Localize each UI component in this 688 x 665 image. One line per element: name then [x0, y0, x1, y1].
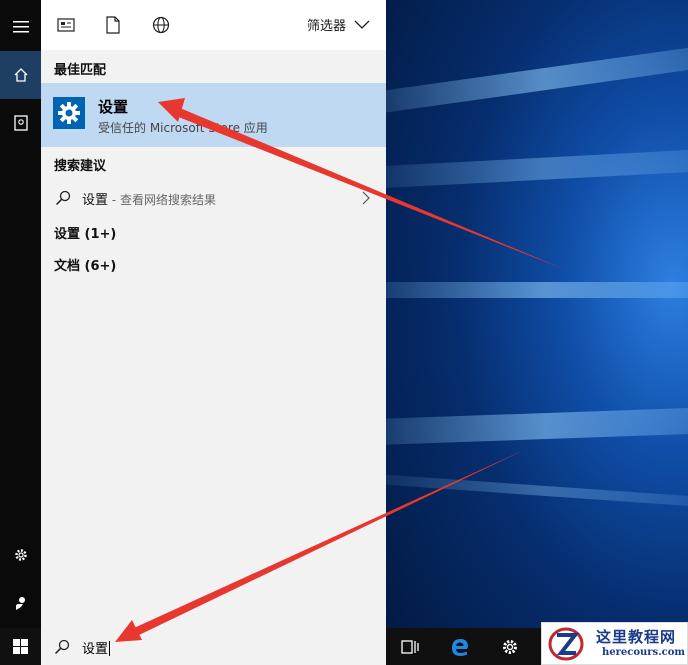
hamburger-menu-button[interactable]	[0, 3, 41, 51]
web-icon	[152, 16, 170, 34]
web-suggestion-hint: - 查看网络搜索结果	[108, 193, 216, 207]
best-match-header: 最佳匹配	[54, 63, 107, 78]
gear-icon	[14, 549, 27, 561]
windows-logo-icon	[13, 639, 28, 654]
apps-filter-button[interactable]	[56, 15, 76, 35]
start-button[interactable]	[0, 628, 41, 665]
watermark-en: herecours.com	[602, 647, 686, 658]
watermark-cn: 这里教程网	[596, 628, 677, 646]
search-panel: 筛选器 最佳匹配 设置 受信任的 Microsoft Store 应用 搜索建议…	[41, 0, 386, 628]
web-filter-button[interactable]	[151, 15, 171, 35]
search-icon	[54, 639, 70, 655]
document-icon	[106, 16, 120, 34]
best-match-subtitle: 受信任的 Microsoft Store 应用	[98, 121, 268, 135]
web-suggestion-row[interactable]: 设置 - 查看网络搜索结果	[41, 185, 386, 211]
edge-browser-button[interactable]	[440, 628, 480, 665]
taskbar-search-box[interactable]: 设置	[41, 628, 386, 665]
suggestions-header: 搜索建议	[54, 159, 107, 174]
watermark: 这里教程网 herecours.com	[541, 622, 688, 665]
desktop-wallpaper	[386, 0, 688, 628]
apps-icon	[57, 18, 75, 32]
task-view-icon	[401, 639, 419, 654]
search-icon	[55, 190, 71, 206]
text-caret	[109, 641, 111, 656]
start-left-rail	[0, 0, 41, 628]
chevron-right-icon	[362, 191, 370, 205]
task-view-button[interactable]	[390, 628, 430, 665]
chevron-down-icon	[354, 20, 370, 29]
search-input-value[interactable]: 设置	[82, 642, 108, 657]
web-suggestion-query: 设置	[82, 193, 109, 208]
settings-app-icon	[53, 97, 85, 129]
home-button[interactable]	[0, 51, 41, 99]
feedback-button[interactable]	[0, 579, 41, 627]
gear-icon	[58, 102, 80, 124]
hamburger-icon	[12, 21, 29, 33]
settings-taskbar-button[interactable]	[490, 628, 530, 665]
notebook-button[interactable]	[0, 99, 41, 147]
gear-icon	[503, 639, 517, 654]
documents-filter-button[interactable]	[103, 15, 123, 35]
group-documents[interactable]: 文档 (6+)	[41, 255, 116, 274]
search-toolbar: 筛选器	[41, 0, 386, 50]
home-icon	[14, 68, 27, 82]
edge-icon	[452, 638, 468, 656]
feedback-icon	[15, 597, 25, 610]
best-match-result[interactable]: 设置 受信任的 Microsoft Store 应用	[41, 83, 386, 147]
settings-rail-button[interactable]	[0, 531, 41, 579]
best-match-title: 设置	[98, 98, 129, 116]
group-settings[interactable]: 设置 (1+)	[41, 223, 116, 242]
watermark-logo-icon	[548, 627, 584, 661]
filter-label: 筛选器	[306, 19, 346, 34]
notebook-icon	[13, 115, 28, 131]
filter-dropdown[interactable]: 筛选器	[307, 15, 370, 34]
